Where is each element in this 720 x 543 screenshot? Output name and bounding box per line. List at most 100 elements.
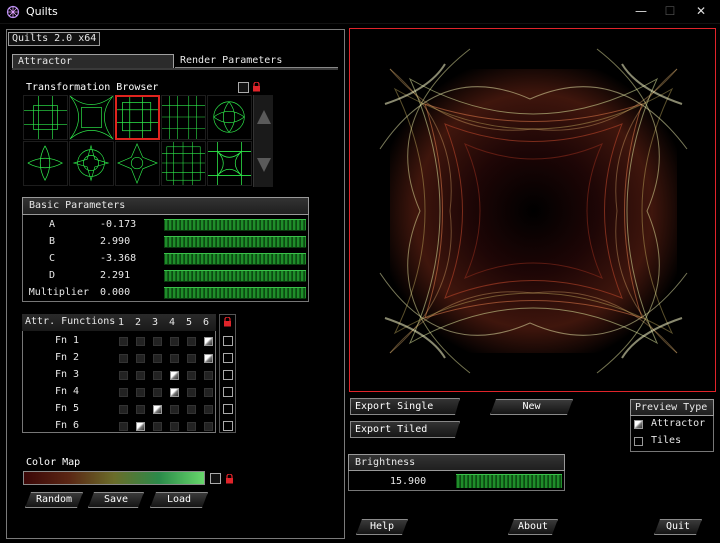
export-single-tile-button[interactable]: Export Single Tile xyxy=(350,398,460,415)
fn-col-5: 5 xyxy=(186,317,193,328)
thumbnail-9[interactable] xyxy=(161,141,206,186)
fn-checkbox[interactable] xyxy=(119,354,128,363)
brightness-value: 15.900 xyxy=(390,476,427,487)
fn-checkbox[interactable] xyxy=(170,371,179,380)
quit-button[interactable]: Quit xyxy=(654,519,702,535)
fn-checkbox[interactable] xyxy=(136,422,145,431)
fn-row-label: Fn 5 xyxy=(55,403,80,414)
thumbnail-6[interactable] xyxy=(23,141,68,186)
param-d-label: D xyxy=(48,270,55,281)
functions-lock-icon[interactable] xyxy=(223,317,232,327)
fn-checkbox[interactable] xyxy=(187,405,196,414)
load-button[interactable]: Load xyxy=(150,492,208,508)
fn-checkbox[interactable] xyxy=(204,371,213,380)
fn-checkbox[interactable] xyxy=(153,405,162,414)
preview-tiles-radio[interactable] xyxy=(634,437,643,446)
fn-checkbox[interactable] xyxy=(119,337,128,346)
param-b-label: B xyxy=(48,236,55,247)
thumbnail-10[interactable] xyxy=(207,141,252,186)
fn-checkbox[interactable] xyxy=(187,371,196,380)
param-d-slider[interactable] xyxy=(164,270,306,282)
fn-checkbox[interactable] xyxy=(204,405,213,414)
param-a-value: -0.173 xyxy=(100,219,137,230)
browser-copy-button[interactable] xyxy=(238,82,249,93)
fn-checkbox[interactable] xyxy=(187,422,196,431)
thumbnail-7[interactable] xyxy=(69,141,114,186)
fn-lock-checkbox[interactable] xyxy=(223,336,233,346)
thumbnail-8[interactable] xyxy=(115,141,160,186)
fn-checkbox[interactable] xyxy=(136,337,145,346)
param-b-slider[interactable] xyxy=(164,236,306,248)
param-multiplier-slider[interactable] xyxy=(164,287,306,299)
fn-checkbox[interactable] xyxy=(136,388,145,397)
thumbnail-3[interactable] xyxy=(115,95,160,140)
fn-checkbox[interactable] xyxy=(119,405,128,414)
fn-lock-checkbox[interactable] xyxy=(223,353,233,363)
fn-lock-checkbox[interactable] xyxy=(223,387,233,397)
preview-attractor-radio[interactable] xyxy=(634,420,643,429)
color-map-lock-icon[interactable] xyxy=(225,474,234,484)
export-tiled-image-button[interactable]: Export Tiled Image xyxy=(350,421,460,438)
tab-underline xyxy=(12,68,338,70)
fn-row-label: Fn 3 xyxy=(55,369,80,380)
fn-checkbox[interactable] xyxy=(204,337,213,346)
fn-col-3: 3 xyxy=(152,317,159,328)
fn-checkbox[interactable] xyxy=(187,337,196,346)
fn-checkbox[interactable] xyxy=(204,422,213,431)
fn-checkbox[interactable] xyxy=(187,388,196,397)
scroll-down-arrow-icon[interactable] xyxy=(257,158,271,172)
fn-checkbox[interactable] xyxy=(204,354,213,363)
attractor-preview[interactable] xyxy=(349,28,716,392)
fn-checkbox[interactable] xyxy=(153,354,162,363)
tab-attractor[interactable]: Attractor xyxy=(12,54,174,68)
fn-checkbox[interactable] xyxy=(170,388,179,397)
fn-lock-checkbox[interactable] xyxy=(223,370,233,380)
save-button[interactable]: Save xyxy=(88,492,144,508)
param-c-value: -3.368 xyxy=(100,253,137,264)
random-button[interactable]: Random xyxy=(25,492,83,508)
fn-lock-checkbox[interactable] xyxy=(223,404,233,414)
fn-checkbox[interactable] xyxy=(136,405,145,414)
color-map-copy-button[interactable] xyxy=(210,473,221,484)
fn-checkbox[interactable] xyxy=(170,405,179,414)
fn-checkbox[interactable] xyxy=(119,388,128,397)
param-a-slider[interactable] xyxy=(164,219,306,231)
window-title: Quilts xyxy=(26,5,58,18)
title-bar: Quilts — ☐ ✕ xyxy=(0,0,720,24)
preview-type-title: Preview Type xyxy=(630,399,714,416)
fn-checkbox[interactable] xyxy=(153,371,162,380)
thumbnail-2[interactable] xyxy=(69,95,114,140)
tab-render-parameters[interactable]: Render Parameters xyxy=(175,54,338,68)
param-c-slider[interactable] xyxy=(164,253,306,265)
fn-row-label: Fn 4 xyxy=(55,386,80,397)
maximize-button[interactable]: ☐ xyxy=(661,3,679,19)
fn-checkbox[interactable] xyxy=(136,354,145,363)
fn-checkbox[interactable] xyxy=(170,354,179,363)
fn-lock-checkbox[interactable] xyxy=(223,421,233,431)
fn-checkbox[interactable] xyxy=(119,422,128,431)
fn-checkbox[interactable] xyxy=(119,371,128,380)
about-button[interactable]: About xyxy=(508,519,558,535)
functions-title: Attr. Functions xyxy=(25,316,116,327)
param-d-value: 2.291 xyxy=(100,270,131,281)
fn-checkbox[interactable] xyxy=(153,388,162,397)
fn-checkbox[interactable] xyxy=(170,422,179,431)
new-button[interactable]: New xyxy=(490,399,573,415)
fn-checkbox[interactable] xyxy=(204,388,213,397)
brightness-slider[interactable] xyxy=(456,474,562,488)
minimize-button[interactable]: — xyxy=(632,3,650,19)
fn-checkbox[interactable] xyxy=(153,422,162,431)
lock-icon[interactable] xyxy=(252,82,261,92)
fn-checkbox[interactable] xyxy=(187,354,196,363)
help-button[interactable]: Help xyxy=(356,519,408,535)
close-button[interactable]: ✕ xyxy=(692,3,710,19)
version-label: Quilts 2.0 x64 xyxy=(8,32,101,46)
fn-checkbox[interactable] xyxy=(153,337,162,346)
color-map-gradient[interactable] xyxy=(23,471,205,485)
scroll-up-arrow-icon[interactable] xyxy=(257,110,271,124)
thumbnail-5[interactable] xyxy=(207,95,252,140)
fn-checkbox[interactable] xyxy=(136,371,145,380)
thumbnail-1[interactable] xyxy=(23,95,68,140)
fn-checkbox[interactable] xyxy=(170,337,179,346)
thumbnail-4[interactable] xyxy=(161,95,206,140)
